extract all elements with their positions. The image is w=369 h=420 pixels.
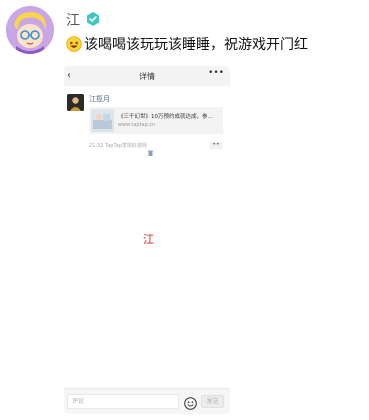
grinning-emoji-icon: [66, 36, 82, 52]
verified-badge-icon: [85, 11, 101, 27]
trash-icon: [148, 141, 153, 156]
user-avatar[interactable]: [6, 6, 54, 54]
phone-page-title: 详情: [139, 72, 155, 81]
post-text: 该喝喝该玩玩该睡睡，祝游戏开门红: [66, 34, 308, 54]
post-body: 该喝喝该玩玩该睡睡，祝游戏开门红: [84, 37, 308, 53]
comment-input: 评论: [67, 394, 179, 409]
phone-comment-bar: 评论 发送: [64, 388, 230, 414]
emoji-picker-icon: [184, 395, 197, 410]
more-dots-icon: •••: [208, 68, 224, 78]
share-link-card: 《三千幻世》10万预约成就达成，参… www.taptap.cn: [89, 107, 223, 134]
username[interactable]: 江: [66, 10, 80, 30]
send-button: 发送: [201, 395, 224, 408]
friend-name: 江揽月: [89, 95, 110, 103]
phone-top-bar: ‹ 详情 •••: [64, 66, 230, 86]
share-domain: www.taptap.cn: [118, 122, 156, 128]
overlay-text: 江: [143, 233, 154, 246]
share-title: 《三千幻世》10万预约成就达成，参…: [118, 114, 213, 120]
friend-avatar: [67, 94, 84, 111]
post-meta: 21:32 TapTap发现好游戏: [89, 143, 147, 149]
share-thumbnail: [91, 109, 114, 132]
comment-menu-icon: ••: [210, 142, 222, 149]
